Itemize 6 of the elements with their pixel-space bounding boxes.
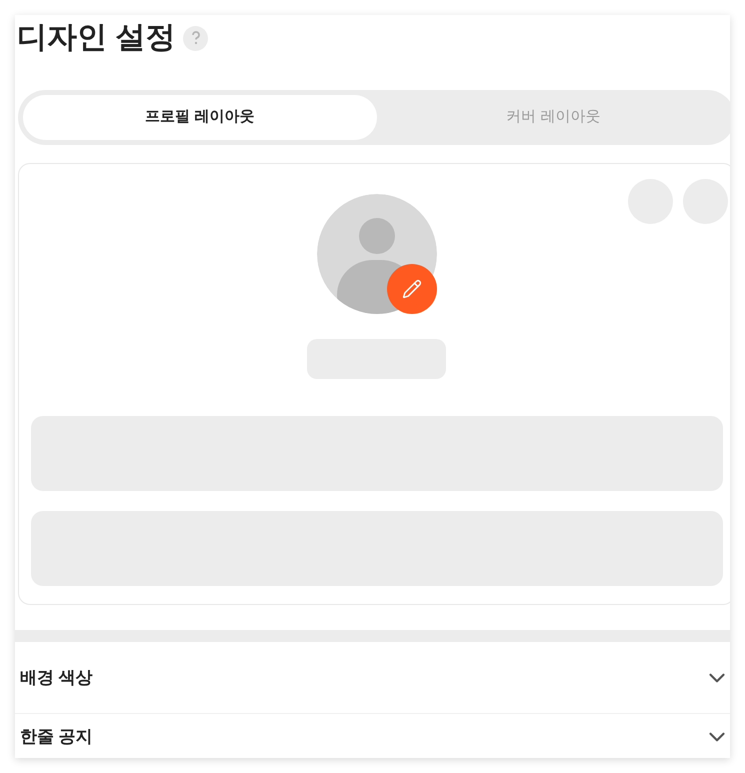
accordion-header[interactable]: 배경 색상 xyxy=(15,642,730,714)
page-title: 디자인 설정 xyxy=(17,23,176,53)
help-icon[interactable] xyxy=(183,26,208,50)
layout-tab[interactable]: 프로필 레이아웃 xyxy=(23,95,376,140)
pencil-icon xyxy=(402,279,422,299)
accordion-header[interactable]: 한줄 공지 xyxy=(15,714,730,754)
